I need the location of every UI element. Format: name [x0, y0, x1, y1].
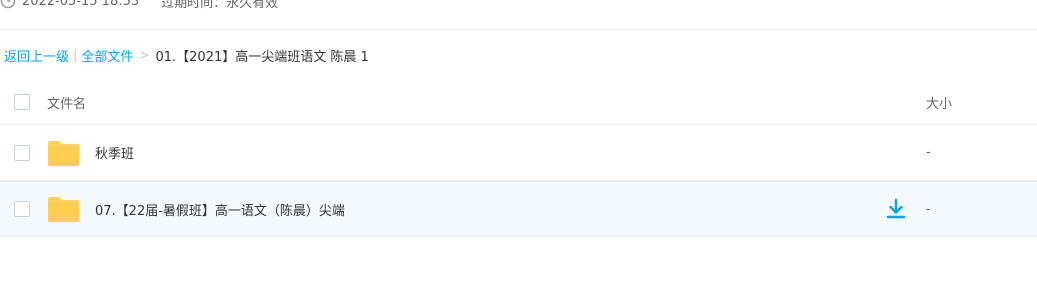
share-meta-line: 2022-05-15 18:53 过期时间：永久有效: [0, 0, 278, 11]
breadcrumb-chevron: >: [139, 48, 150, 62]
folder-icon: [48, 197, 79, 222]
expire-time: 过期时间：永久有效: [161, 0, 279, 11]
clock-icon: [0, 0, 16, 9]
file-name-link[interactable]: 07.【22届-暑假班】高一语文（陈晨）尖端: [95, 200, 345, 219]
folder-icon: [48, 140, 79, 166]
row-checkbox[interactable]: [14, 144, 30, 161]
divider: [0, 29, 1037, 30]
download-icon[interactable]: [884, 197, 908, 221]
file-name-link[interactable]: 秋季班: [95, 143, 134, 162]
back-link[interactable]: 返回上一级: [4, 46, 69, 65]
file-size: -: [926, 201, 931, 217]
table-row[interactable]: 秋季班 -: [0, 125, 1037, 181]
breadcrumb: 返回上一级 | 全部文件 > 01.【2021】高一尖端班语文 陈晨 1: [4, 45, 369, 65]
current-folder-name: 01.【2021】高一尖端班语文 陈晨 1: [155, 49, 369, 65]
table-row[interactable]: 07.【22届-暑假班】高一语文（陈晨）尖端 -: [0, 181, 1037, 237]
row-checkbox[interactable]: [14, 201, 30, 217]
all-files-link[interactable]: 全部文件: [81, 46, 133, 65]
column-header-size[interactable]: 大小: [926, 93, 952, 112]
column-header-name[interactable]: 文件名: [47, 93, 86, 112]
share-date: 2022-05-15 18:53: [22, 0, 140, 9]
file-size: -: [926, 145, 931, 160]
select-all-checkbox[interactable]: [14, 94, 30, 110]
table-header: 文件名 大小: [0, 80, 1037, 125]
breadcrumb-separator: |: [73, 47, 78, 63]
share-file-page: 2022-05-15 18:53 过期时间：永久有效 返回上一级 | 全部文件 …: [0, 0, 1037, 290]
